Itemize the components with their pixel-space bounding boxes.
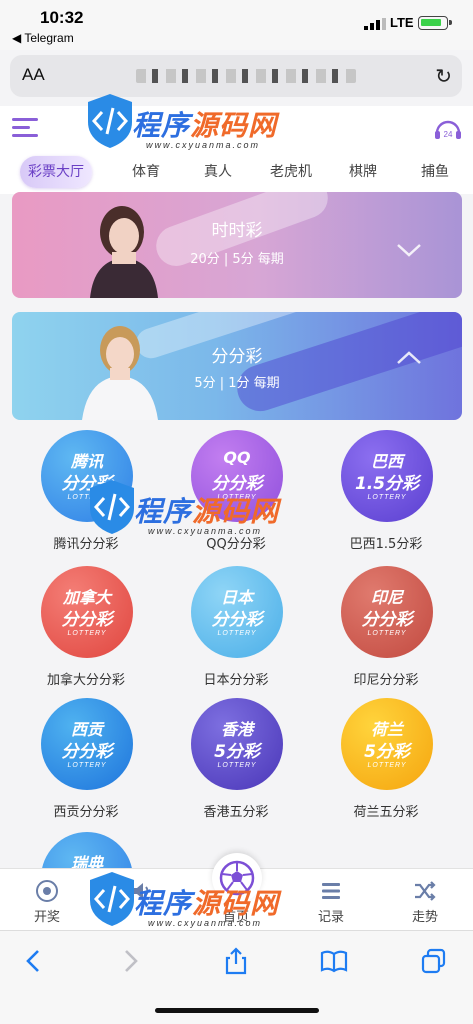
category-tabs: 彩票大厅 体育 真人 老虎机 棋牌 捕鱼	[0, 156, 473, 190]
url-text-blurred	[136, 69, 356, 83]
nav-trends[interactable]: 走势	[378, 869, 472, 931]
home-indicator	[155, 1008, 319, 1013]
model-photo	[82, 326, 158, 420]
tabs-icon[interactable]	[420, 947, 448, 975]
status-time: 10:32	[40, 8, 84, 27]
banner-title: 分分彩	[211, 347, 263, 367]
banner-title: 时时彩	[211, 221, 263, 241]
nav-label: 记录	[317, 910, 344, 925]
tab-slots[interactable]: 老虎机	[270, 156, 312, 188]
chevron-up-icon[interactable]	[396, 350, 422, 366]
menu-icon[interactable]	[12, 118, 38, 138]
reload-icon[interactable]: ↻	[435, 64, 452, 88]
game-logo-badge: LOTTERY	[367, 630, 407, 637]
tab-lottery-hall[interactable]: 彩票大厅	[20, 156, 92, 188]
game-logo-badge: LOTTERY	[67, 762, 107, 769]
game-label: 巴西1.5分彩	[349, 537, 423, 552]
customer-service-icon[interactable]: 24	[433, 117, 463, 143]
game-logo: 香港 5分彩 LOTTERY	[191, 698, 283, 790]
game-logo-line2: 分分彩	[61, 474, 113, 494]
game-logo: 加拿大 分分彩 LOTTERY	[41, 566, 133, 658]
game-logo-badge: LOTTERY	[367, 762, 407, 769]
nav-label: 走势	[411, 910, 438, 925]
game-logo-badge: LOTTERY	[217, 494, 257, 501]
chevron-down-icon[interactable]	[396, 242, 422, 258]
nav-label: 首页	[222, 910, 249, 925]
banner-ffc[interactable]: 分分彩 5分 | 1分 每期	[12, 312, 462, 420]
game-label: 加拿大分分彩	[46, 673, 125, 688]
speaker-icon	[132, 883, 149, 899]
game-label: 印尼分分彩	[353, 673, 419, 688]
game-logo-badge: LOTTERY	[67, 494, 107, 501]
game-logo-line2: 分分彩	[61, 610, 113, 630]
watermark-text: 程序	[134, 495, 193, 528]
forward-icon[interactable]	[116, 947, 144, 975]
game-logo-line2: 5分彩	[214, 742, 260, 762]
share-icon[interactable]	[222, 947, 250, 975]
game-logo-line2: 5分彩	[364, 742, 410, 762]
game-label: 香港五分彩	[203, 805, 269, 820]
back-icon[interactable]	[20, 947, 48, 975]
network-type: LTE	[390, 15, 414, 30]
game-logo: 日本 分分彩 LOTTERY	[191, 566, 283, 658]
back-to-telegram-link[interactable]: ◀ Telegram	[12, 31, 74, 45]
game-logo-line2: 分分彩	[211, 610, 263, 630]
game-logo-badge: LOTTERY	[367, 494, 407, 501]
game-logo-line2: 分分彩	[211, 474, 263, 494]
address-bar[interactable]: AA ↻	[10, 55, 462, 97]
tab-fishing[interactable]: 捕鱼	[421, 156, 449, 188]
game-logo-badge: LOTTERY	[217, 630, 257, 637]
game-logo-badge: LOTTERY	[67, 630, 107, 637]
game-label: 腾讯分分彩	[53, 537, 119, 552]
bookmarks-icon[interactable]	[320, 947, 348, 975]
tab-sports[interactable]: 体育	[132, 156, 160, 188]
battery-icon	[418, 16, 452, 30]
tab-cards[interactable]: 棋牌	[349, 156, 377, 188]
game-logo: 腾讯 分分彩 LOTTERY	[41, 430, 133, 522]
nav-records[interactable]: 记录	[284, 869, 378, 931]
status-bar: 10:32 ◀ Telegram LTE	[0, 0, 473, 50]
game-logo-line2: 分分彩	[361, 610, 413, 630]
game-logo-line1: QQ	[223, 448, 251, 467]
banner-subtitle: 5分 | 1分 每期	[194, 376, 280, 391]
service-badge: 24	[444, 130, 453, 139]
list-icon	[322, 883, 340, 899]
banner-ssc[interactable]: 时时彩 20分 | 5分 每期	[12, 192, 462, 298]
tab-live[interactable]: 真人	[204, 156, 232, 188]
game-label: 日本分分彩	[203, 673, 269, 688]
banner-subtitle: 20分 | 5分 每期	[190, 252, 284, 267]
game-logo-line2: 1.5分彩	[354, 474, 420, 494]
shuffle-icon	[415, 881, 436, 901]
nav-announcement[interactable]	[94, 869, 188, 931]
game-label: 荷兰五分彩	[353, 805, 419, 820]
nav-lottery-results[interactable]: 开奖	[0, 869, 94, 931]
game-logo: QQ 分分彩 LOTTERY	[191, 430, 283, 522]
game-label: QQ分分彩	[206, 537, 266, 552]
game-logo: 印尼 分分彩 LOTTERY	[341, 566, 433, 658]
lottery-ball-icon	[36, 880, 58, 902]
game-logo: 荷兰 5分彩 LOTTERY	[341, 698, 433, 790]
reader-options-button[interactable]: AA	[22, 65, 45, 85]
game-logo: 西贡 分分彩 LOTTERY	[41, 698, 133, 790]
game-logo-line2: 分分彩	[61, 742, 113, 762]
game-label: 西贡分分彩	[53, 805, 119, 820]
game-logo: 巴西 1.5分彩 LOTTERY	[341, 430, 433, 522]
home-bubble[interactable]	[212, 853, 262, 903]
signal-icon	[364, 18, 386, 30]
game-logo-badge: LOTTERY	[217, 762, 257, 769]
soccer-ball-icon	[219, 860, 255, 896]
nav-label: 开奖	[33, 910, 60, 925]
